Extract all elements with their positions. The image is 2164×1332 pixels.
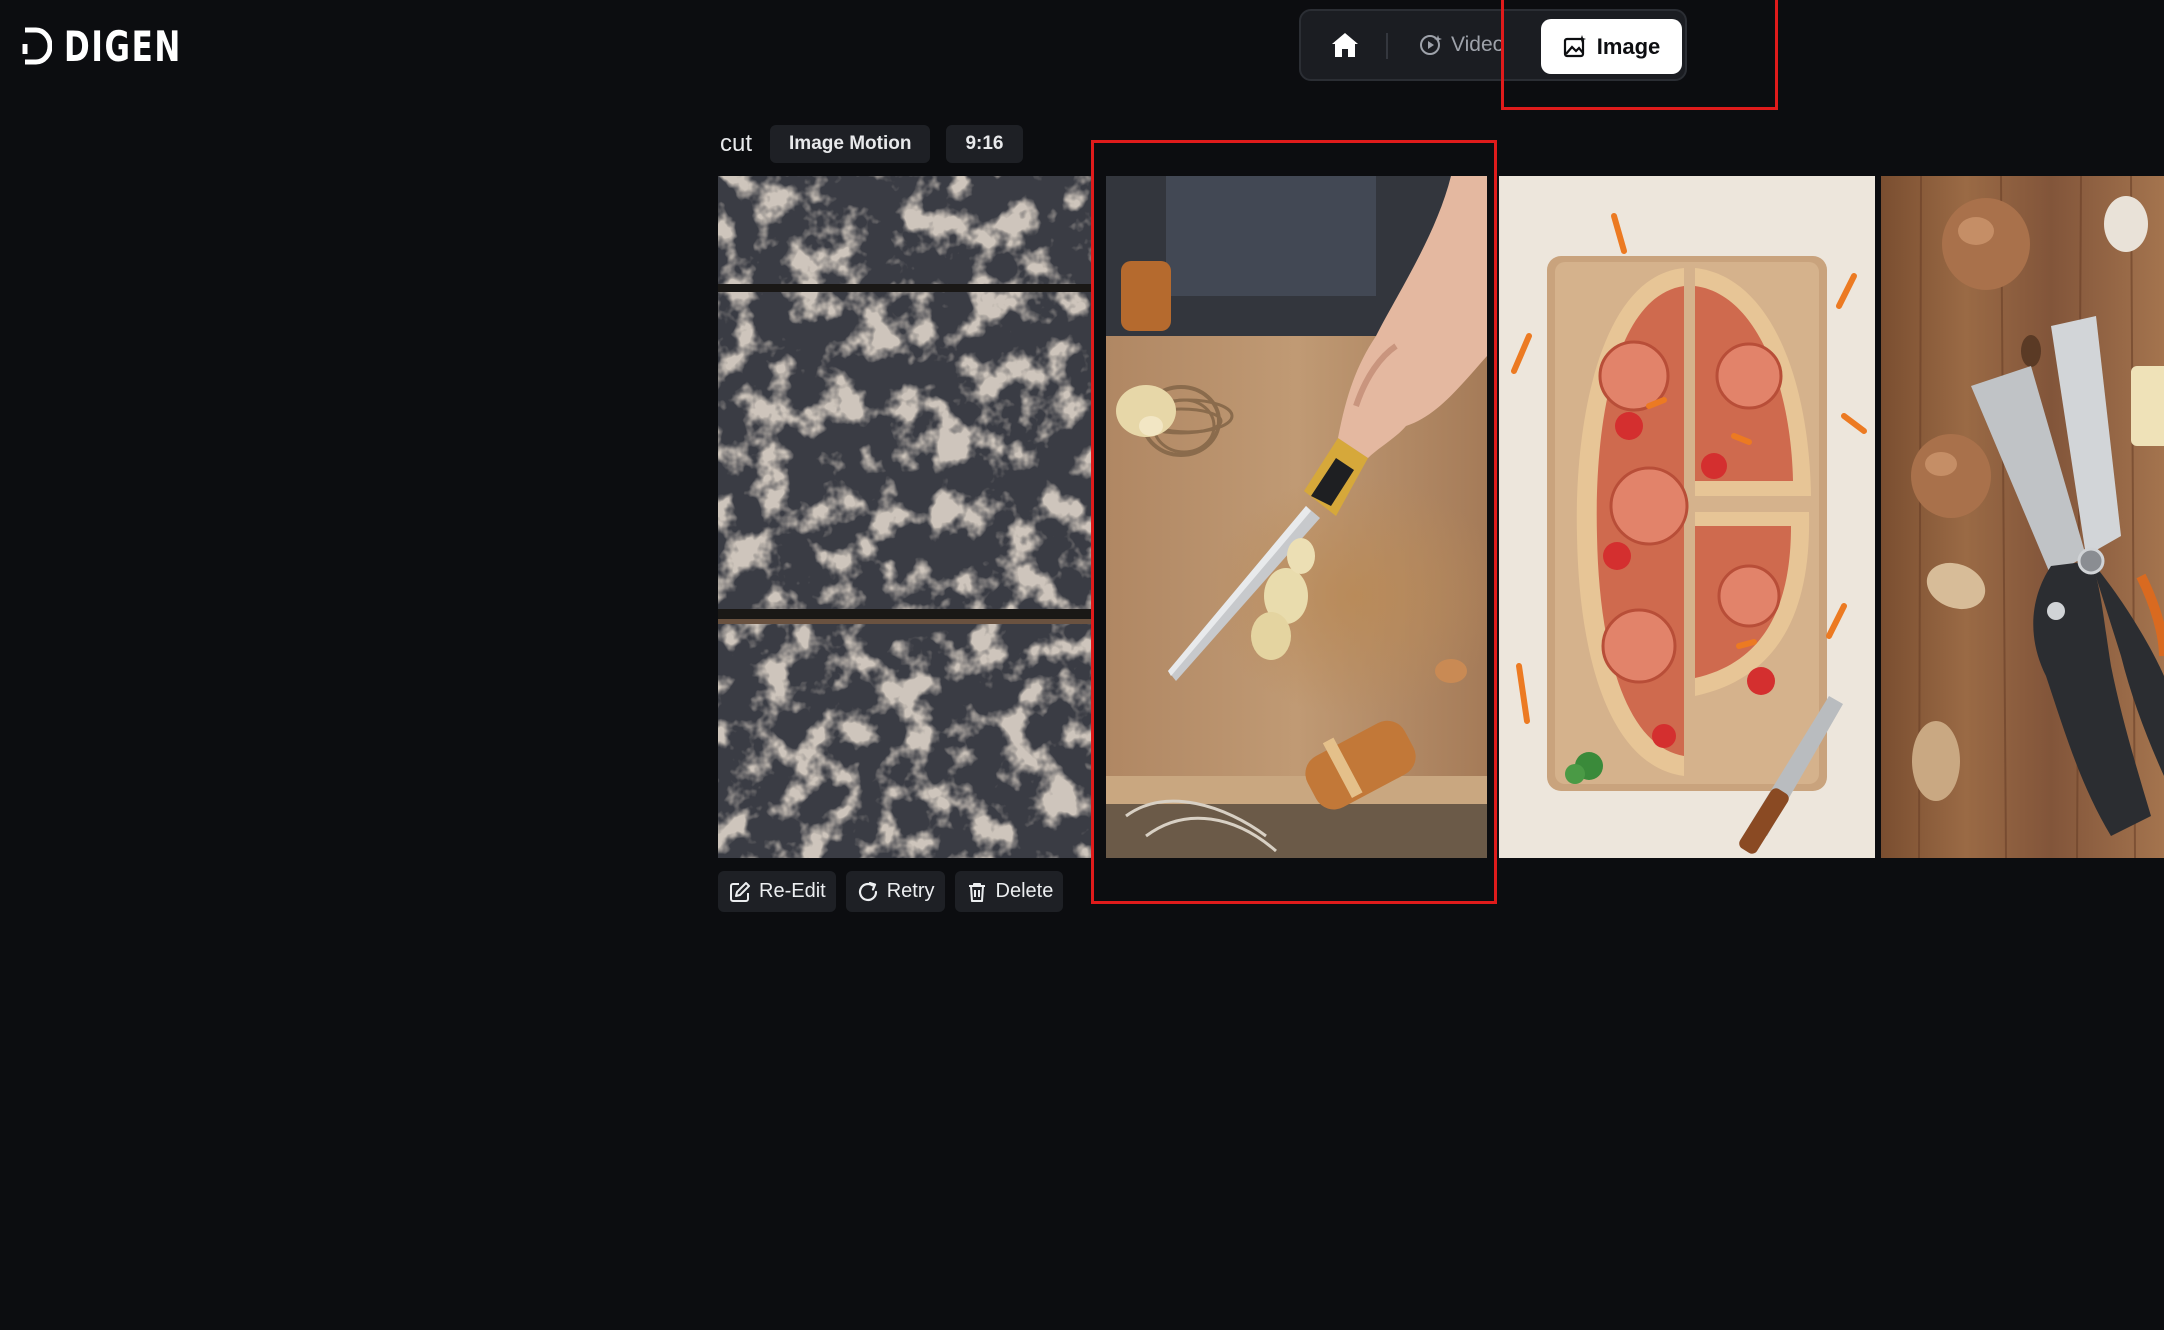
retry-icon [858,881,877,901]
brand-name: DIGEN [64,21,182,71]
prompt-text: cut [720,130,753,157]
task-meta-row: cut Image Motion 9:16 [720,125,1039,163]
mode-tag: Image Motion [770,125,931,163]
re-edit-label: Re-Edit [759,880,826,902]
pizza-image [1499,176,1875,858]
result-image-2[interactable] [1106,176,1487,858]
delete-button[interactable]: Delete [954,871,1064,912]
trash-icon [968,882,985,902]
retry-button[interactable]: Retry [845,871,945,912]
result-actions: Re-Edit Retry Delete [718,871,1073,912]
ratio-tag: 9:16 [946,125,1023,163]
nav-image-label: Image [1596,33,1661,59]
knife-cutting-image [1106,176,1487,858]
stone-texture-image [718,176,1093,858]
result-image-4[interactable] [1881,176,2164,858]
nav-divider [1386,33,1388,59]
result-image-3[interactable] [1499,176,1875,858]
logo-icon [22,27,52,65]
nav-video-label: Video [1451,33,1505,56]
result-image-1[interactable] [718,176,1093,858]
re-edit-button[interactable]: Re-Edit [718,871,836,912]
video-icon [1420,35,1442,55]
scissors-image [1881,176,2164,858]
image-icon [1563,34,1586,57]
nav-image-tab[interactable]: Image [1541,19,1682,74]
brand-logo[interactable]: DIGEN [22,21,208,71]
nav-video-tab[interactable]: Video [1419,23,1517,67]
delete-label: Delete [995,880,1054,902]
edit-icon [730,881,750,902]
mode-switcher: Video Image [1299,9,1687,81]
home-icon [1332,33,1358,57]
nav-home-button[interactable] [1321,23,1369,67]
app-window: DIGEN Video Image cut Image Motion 9:16 … [0,0,2164,1330]
retry-label: Retry [886,880,935,902]
